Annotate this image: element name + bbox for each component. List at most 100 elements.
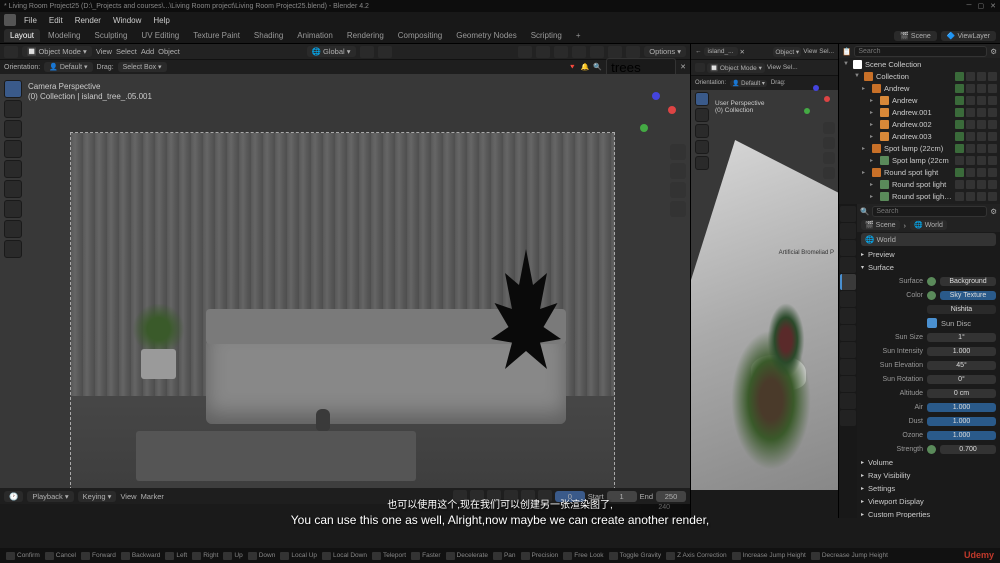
tab-compositing[interactable]: Compositing (392, 29, 448, 42)
outliner-scene-collection[interactable]: ▼Scene Collection (839, 58, 1000, 70)
sunintensity-value[interactable]: 1.000 (927, 347, 996, 356)
sunrot-value[interactable]: 0° (927, 375, 996, 384)
tab-rendering[interactable]: Rendering (341, 29, 390, 42)
snap-icon[interactable] (360, 46, 374, 58)
viewport-3d[interactable]: Camera Perspective (0) Collection | isla… (0, 74, 690, 488)
mini-gizmo[interactable] (796, 82, 832, 118)
outliner-collection[interactable]: ▼Collection (839, 70, 1000, 82)
vp-menu-object[interactable]: Object (158, 47, 180, 56)
ozone-value[interactable]: 1.000 (927, 431, 996, 440)
navigation-gizmo[interactable] (628, 86, 678, 136)
outliner-row[interactable]: ▸Round spot light (839, 166, 1000, 178)
vp-menu-add[interactable]: Add (141, 47, 154, 56)
perspective-icon[interactable] (670, 201, 686, 217)
mini-zoom-icon[interactable] (823, 122, 835, 134)
keying-dropdown[interactable]: Keying ▾ (78, 491, 117, 502)
scene-dropdown[interactable]: 🎬 Scene (894, 31, 937, 41)
gizmo-z-axis-icon[interactable] (652, 92, 660, 100)
surface-node-icon[interactable] (927, 277, 936, 286)
altitude-value[interactable]: 0 cm (927, 389, 996, 398)
jump-start-icon[interactable] (453, 490, 467, 502)
tool-scale-icon[interactable] (4, 160, 22, 178)
menu-render[interactable]: Render (71, 16, 105, 25)
tab-texturepaint[interactable]: Texture Paint (187, 29, 246, 42)
outliner-row[interactable]: ▸Spot lamp (22cm (839, 154, 1000, 166)
prop-tab-particles-icon[interactable] (840, 325, 856, 341)
current-frame[interactable]: 0 (555, 491, 585, 502)
gizmo-y-axis-icon[interactable] (640, 124, 648, 132)
filter-icon[interactable]: 🔻 (568, 63, 577, 71)
sunsize-value[interactable]: 1° (927, 333, 996, 342)
editor-type-icon[interactable] (4, 46, 18, 58)
gizmo-x-axis-icon[interactable] (668, 106, 676, 114)
outliner-row[interactable]: ▸Andrew (839, 94, 1000, 106)
minimize-icon[interactable]: ─ (967, 2, 972, 10)
outliner-row[interactable]: ▸Round spot light (839, 178, 1000, 190)
tool-select-icon[interactable] (4, 80, 22, 98)
jump-end-icon[interactable] (538, 490, 552, 502)
strength-node-icon[interactable] (927, 445, 936, 454)
mini-orient-dropdown[interactable]: 👤 Default ▾ (730, 80, 767, 87)
miniview-tab[interactable]: island_... (704, 47, 738, 56)
air-value[interactable]: 1.000 (927, 403, 996, 412)
blender-logo-icon[interactable] (4, 14, 16, 26)
tab-animation[interactable]: Animation (291, 29, 339, 42)
mini-camera-icon[interactable] (823, 152, 835, 164)
mini-view-menu[interactable]: View (803, 48, 817, 55)
sundisc-checkbox[interactable] (927, 318, 937, 328)
sky-type[interactable]: Nishita (927, 305, 996, 314)
outliner-search[interactable] (854, 46, 987, 57)
mini-sel-menu[interactable]: Sel... (819, 48, 834, 55)
shading-wire-icon[interactable] (572, 46, 586, 58)
tab-add[interactable]: + (570, 29, 587, 42)
prop-tab-world-icon[interactable] (840, 274, 856, 290)
next-key-icon[interactable] (521, 490, 535, 502)
clear-search-icon[interactable]: ✕ (680, 63, 686, 71)
section-volume[interactable]: ▸Volume (861, 456, 996, 469)
drag-dropdown[interactable]: Select Box ▾ (118, 62, 167, 72)
sunelev-value[interactable]: 45° (927, 361, 996, 370)
outliner-row[interactable]: ▸Andrew.001 (839, 106, 1000, 118)
tab-shading[interactable]: Shading (248, 29, 289, 42)
menu-edit[interactable]: Edit (45, 16, 67, 25)
mini-tool-select-icon[interactable] (695, 92, 709, 106)
gizmo-icon[interactable] (518, 46, 532, 58)
timeline-view[interactable]: View (120, 492, 136, 501)
menu-window[interactable]: Window (109, 16, 145, 25)
vp-menu-view[interactable]: View (96, 47, 112, 56)
mini-gizmo-y-icon[interactable] (804, 108, 810, 114)
outliner-row[interactable]: ▸Round spot light.001 (839, 190, 1000, 202)
section-settings[interactable]: ▸Settings (861, 482, 996, 495)
shading-rendered-icon[interactable] (626, 46, 640, 58)
crumb-world[interactable]: 🌐 World (910, 220, 947, 230)
prop-tab-output-icon[interactable] (840, 223, 856, 239)
prop-tab-scene-icon[interactable] (840, 257, 856, 273)
tool-rotate-icon[interactable] (4, 140, 22, 158)
options-dropdown[interactable]: Options ▾ (644, 46, 686, 57)
mini-pan-icon[interactable] (823, 137, 835, 149)
start-frame[interactable]: 1 (607, 491, 637, 502)
prop-tab-material-icon[interactable] (840, 393, 856, 409)
tool-move-icon[interactable] (4, 120, 22, 138)
miniview-prev-icon[interactable]: ← (695, 48, 702, 55)
prop-tab-constraint-icon[interactable] (840, 359, 856, 375)
tool-cursor-icon[interactable] (4, 100, 22, 118)
zoom-icon[interactable] (670, 144, 686, 160)
mini-tool-scale-icon[interactable] (695, 156, 709, 170)
tab-uvediting[interactable]: UV Editing (135, 29, 185, 42)
color-node-icon[interactable] (927, 291, 936, 300)
menu-help[interactable]: Help (149, 16, 173, 25)
tool-addcube-icon[interactable] (4, 240, 22, 258)
mini-gizmo-z-icon[interactable] (813, 85, 819, 91)
close-icon[interactable]: ✕ (990, 2, 996, 10)
play-reverse-icon[interactable] (487, 490, 501, 502)
mini-tool-move-icon[interactable] (695, 124, 709, 138)
end-frame[interactable]: 250 (656, 491, 686, 502)
overlay-icon[interactable] (536, 46, 550, 58)
tab-scripting[interactable]: Scripting (525, 29, 568, 42)
shading-solid-icon[interactable] (590, 46, 604, 58)
mini-sel[interactable]: Sel... (783, 64, 798, 71)
prop-tab-physics-icon[interactable] (840, 342, 856, 358)
transform-orientation[interactable]: 🌐 Global ▾ (307, 46, 356, 57)
prop-tab-object-icon[interactable] (840, 291, 856, 307)
